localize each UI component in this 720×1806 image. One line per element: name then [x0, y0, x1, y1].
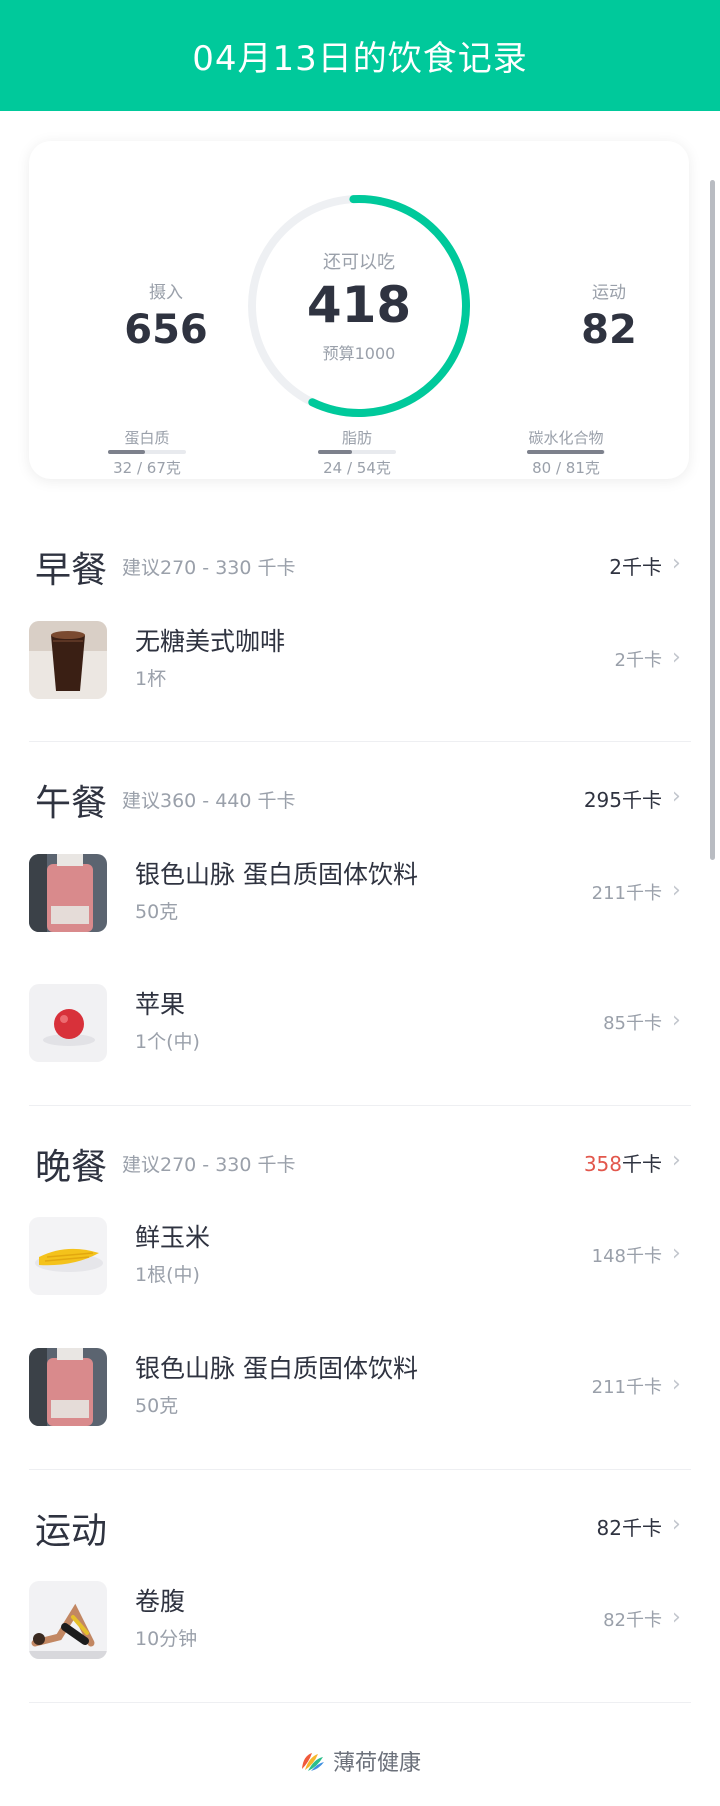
section-kcal: 82千卡 [596, 1516, 662, 1540]
chevron-right-icon: › [672, 551, 681, 576]
section-kcal: 295千卡 [583, 788, 662, 812]
section-hint: 建议360 - 440 千卡 [122, 790, 296, 812]
item-kcal: 148千卡 [591, 1246, 662, 1267]
intake-value: 656 [124, 307, 208, 353]
exercise-value: 82 [581, 307, 637, 353]
macro-value: 80 / 81克 [532, 459, 600, 477]
item-amount: 10分钟 [135, 1628, 198, 1650]
mint-leaf-logo-icon [301, 1753, 324, 1771]
chevron-right-icon: › [672, 878, 681, 903]
item-kcal: 211千卡 [591, 1377, 662, 1398]
remaining-label: 还可以吃 [323, 252, 395, 273]
section-hint: 建议270 - 330 千卡 [122, 1154, 296, 1176]
apple-thumbnail [29, 984, 107, 1062]
section-title: 运动 [35, 1511, 108, 1552]
macro-fat: 脂肪 24 / 54克 [297, 427, 417, 478]
item-name: 卷腹 [135, 1587, 186, 1616]
lunch-header[interactable]: 午餐 建议360 - 440 千卡 295千卡 › [0, 768, 720, 828]
item-name: 无糖美式咖啡 [135, 627, 286, 656]
chevron-right-icon: › [672, 1372, 681, 1397]
macro-bar [527, 450, 605, 454]
page-title: 04月13日的饮食记录 [192, 39, 528, 79]
divider [29, 741, 691, 742]
exercise-header[interactable]: 运动 82千卡 › [0, 1496, 720, 1556]
chevron-right-icon: › [672, 1512, 681, 1537]
macro-name: 脂肪 [341, 429, 372, 447]
section-kcal: 358千卡 [584, 1148, 662, 1177]
chevron-right-icon: › [672, 784, 681, 809]
footer: 薄荷健康 [0, 1745, 720, 1777]
macro-bar [108, 450, 186, 454]
header: 04月13日的饮食记录 [0, 0, 720, 111]
drink-bottle-thumbnail [29, 1348, 107, 1426]
scrollbar[interactable] [710, 180, 715, 860]
item-kcal: 82千卡 [603, 1610, 662, 1631]
macro-bar-fill [108, 450, 146, 454]
item-name: 鲜玉米 [135, 1223, 211, 1252]
macro-bar [318, 450, 396, 454]
section-hint: 建议270 - 330 千卡 [122, 557, 296, 579]
breakfast-header[interactable]: 早餐 建议270 - 330 千卡 2千卡 › [0, 535, 720, 595]
item-kcal: 211千卡 [591, 883, 662, 904]
over-budget-kcal: 358 [583, 1152, 622, 1176]
list-item[interactable]: 无糖美式咖啡 1杯 2千卡 › [0, 614, 720, 704]
divider [29, 1469, 691, 1470]
list-item[interactable]: 苹果 1个(中) 85千卡 › [0, 977, 720, 1067]
item-amount: 1个(中) [135, 1031, 200, 1053]
item-kcal: 2千卡 [614, 650, 662, 671]
item-name: 苹果 [135, 990, 186, 1019]
item-amount: 1杯 [135, 668, 167, 690]
coffee-thumbnail [29, 621, 107, 699]
corn-thumbnail [29, 1217, 107, 1295]
crunch-thumbnail [29, 1581, 107, 1659]
section-title: 晚餐 [35, 1147, 108, 1188]
macro-bar-fill [318, 450, 353, 454]
list-item[interactable]: 银色山脉 蛋白质固体饮料 50克 211千卡 › [0, 1341, 720, 1431]
chevron-right-icon: › [672, 645, 681, 670]
list-item[interactable]: 卷腹 10分钟 82千卡 › [0, 1574, 720, 1664]
macro-value: 32 / 67克 [113, 459, 181, 477]
macro-protein: 蛋白质 32 / 67克 [87, 427, 207, 478]
chevron-right-icon: › [672, 1148, 681, 1173]
intake-stat: 摄入 656 [96, 278, 236, 353]
macro-name: 蛋白质 [124, 429, 170, 447]
item-kcal: 85千卡 [603, 1013, 662, 1034]
item-name: 银色山脉 蛋白质固体饮料 [135, 1354, 418, 1383]
item-amount: 1根(中) [135, 1264, 200, 1286]
budget-label: 预算1000 [322, 344, 396, 363]
exercise-label: 运动 [592, 283, 626, 303]
item-amount: 50克 [135, 901, 179, 923]
macro-name: 碳水化合物 [528, 429, 604, 447]
kcal-unit: 千卡 [622, 1152, 662, 1176]
summary-card[interactable]: 摄入 656 还可以吃 418 预算1000 运动 82 蛋白质 32 / 67… [29, 141, 689, 479]
section-kcal: 2千卡 [609, 555, 662, 579]
macro-carbs: 碳水化合物 80 / 81克 [506, 427, 626, 478]
divider [29, 1702, 691, 1703]
item-amount: 50克 [135, 1395, 179, 1417]
chevron-right-icon: › [672, 1008, 681, 1033]
macro-bar-fill [527, 450, 605, 454]
remaining-value: 418 [306, 276, 412, 334]
list-item[interactable]: 鲜玉米 1根(中) 148千卡 › [0, 1210, 720, 1300]
divider [29, 1105, 691, 1106]
macro-value: 24 / 54克 [323, 459, 391, 477]
chevron-right-icon: › [672, 1241, 681, 1266]
list-item[interactable]: 银色山脉 蛋白质固体饮料 50克 211千卡 › [0, 847, 720, 937]
ring-center: 还可以吃 418 预算1000 [245, 192, 473, 420]
intake-label: 摄入 [149, 283, 183, 303]
exercise-stat: 运动 82 [539, 278, 679, 353]
footer-brand: 薄荷健康 [332, 1751, 421, 1776]
chevron-right-icon: › [672, 1605, 681, 1630]
section-title: 早餐 [35, 550, 108, 591]
drink-bottle-thumbnail [29, 854, 107, 932]
section-title: 午餐 [35, 783, 108, 824]
dinner-header[interactable]: 晚餐 建议270 - 330 千卡 358千卡 › [0, 1132, 720, 1192]
item-name: 银色山脉 蛋白质固体饮料 [135, 860, 418, 889]
